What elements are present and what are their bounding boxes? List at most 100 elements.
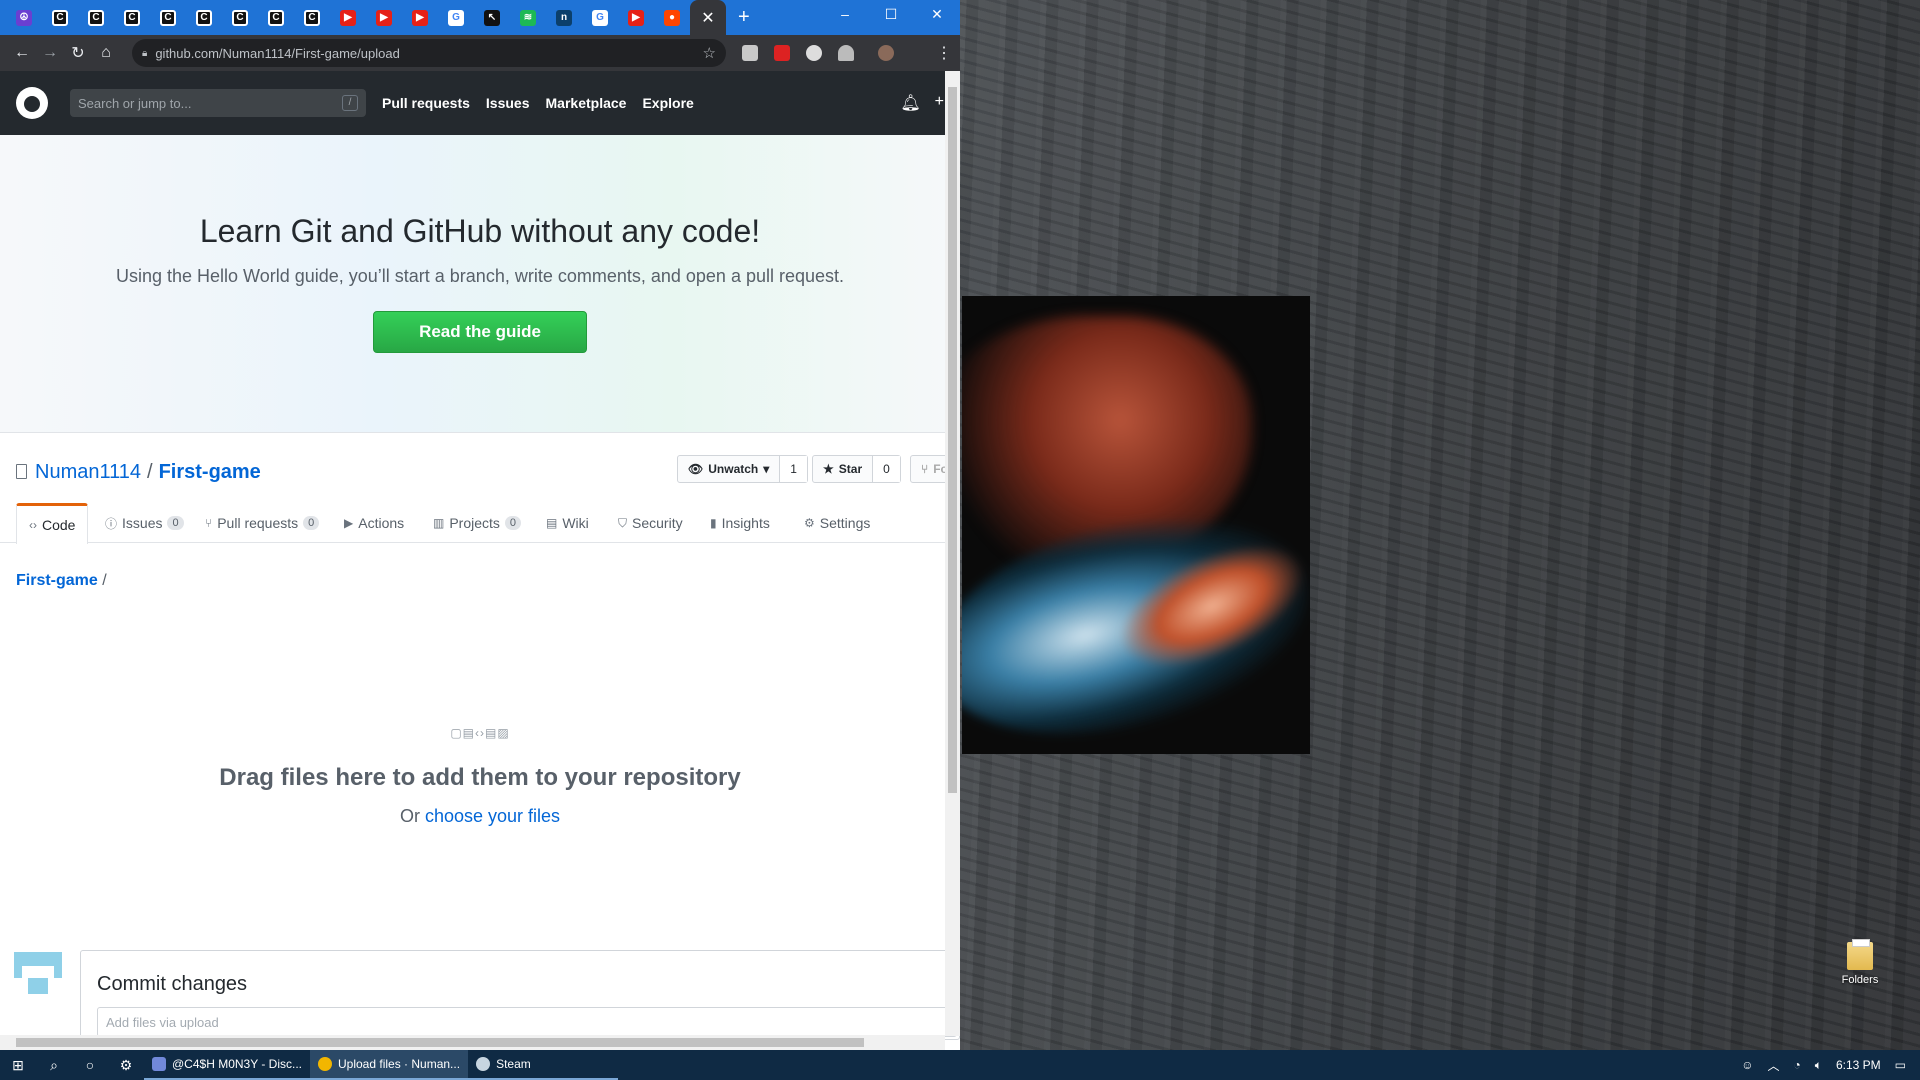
browser-menu-icon[interactable]: ⋮ <box>936 43 952 63</box>
browser-tab[interactable]: C <box>186 0 222 35</box>
adblock-icon[interactable] <box>774 45 790 61</box>
star-button[interactable]: ★ Star <box>813 456 874 482</box>
close-tab-icon[interactable]: ✕ <box>701 8 714 28</box>
network-icon[interactable]: ◔ <box>1794 1058 1801 1072</box>
browser-tab[interactable]: ☮ <box>6 0 42 35</box>
browser-tab[interactable]: ▶ <box>366 0 402 35</box>
home-icon[interactable]: ⌂ <box>92 44 120 62</box>
bookmark-star-icon[interactable]: ☆ <box>703 44 716 62</box>
browser-tab[interactable]: ≋ <box>510 0 546 35</box>
tab-projects[interactable]: ▥ Projects 0 <box>433 503 522 543</box>
learn-git-banner: Learn Git and GitHub without any code! U… <box>0 135 960 433</box>
horizontal-scrollbar[interactable] <box>0 1035 945 1050</box>
minimize-button[interactable]: – <box>822 0 868 28</box>
upload-dropzone[interactable]: ▢▤‹›▤▨ Drag files here to add them to yo… <box>0 726 960 827</box>
dropzone-or-text: Or <box>399 806 420 826</box>
browser-toolbar: ← → ↻ ⌂ 🔒︎ github.com/Numan1114/First-ga… <box>0 35 960 71</box>
browser-tab[interactable]: G <box>582 0 618 35</box>
create-new-plus-icon[interactable]: + <box>935 93 944 113</box>
commit-form: Commit changes Add files via upload <box>80 950 960 1040</box>
cortana-icon[interactable]: ○ <box>72 1050 108 1080</box>
watch-count[interactable]: 1 <box>780 456 807 482</box>
steam-pinned-icon[interactable]: ⚙ <box>108 1050 144 1080</box>
desktop-folder-shortcut[interactable]: Folders <box>1830 939 1890 986</box>
search-input[interactable]: Search or jump to... / <box>70 89 366 117</box>
tab-settings[interactable]: ⚙ Settings <box>804 503 870 543</box>
forward-arrow-icon[interactable]: → <box>36 44 64 62</box>
search-shortcut-hint: / <box>342 95 358 111</box>
taskbar-app-steam[interactable]: Steam <box>468 1050 619 1080</box>
new-tab-button[interactable]: + <box>738 6 750 29</box>
commit-message-input[interactable]: Add files via upload <box>97 1007 957 1037</box>
extension-icon[interactable] <box>838 45 854 61</box>
browser-tab[interactable]: ● <box>654 0 690 35</box>
vertical-scrollbar[interactable] <box>945 71 960 1036</box>
unwatch-button[interactable]: 👁︎ Unwatch ▾ <box>678 456 781 482</box>
tab-code[interactable]: ‹› Code <box>16 503 89 544</box>
file-types-icon: ▢▤‹›▤▨ <box>450 726 510 740</box>
nav-issues[interactable]: Issues <box>486 95 530 111</box>
browser-tab[interactable]: C <box>258 0 294 35</box>
extension-icon[interactable] <box>806 45 822 61</box>
tab-wiki[interactable]: ▤ Wiki <box>546 503 589 543</box>
tab-actions[interactable]: ▶ Actions <box>344 503 404 543</box>
tab-insights[interactable]: ▮ Insights <box>710 503 770 543</box>
browser-tab[interactable]: C <box>78 0 114 35</box>
notifications-icon[interactable]: ▭ <box>1895 1058 1906 1072</box>
system-tray: ☺ ︿ ◔ 🔈︎ 6:13 PM ▭ <box>1741 1057 1920 1074</box>
taskbar-app-label: Upload files · Numan... <box>338 1057 461 1071</box>
taskbar-app-chrome[interactable]: Upload files · Numan... <box>310 1050 469 1080</box>
taskbar-app-discord[interactable]: @C4$H M0N3Y - Disc... <box>144 1050 310 1080</box>
tab-pull-requests[interactable]: ⑂ Pull requests 0 <box>205 503 320 543</box>
people-icon[interactable]: ☺ <box>1741 1058 1753 1072</box>
browser-tab[interactable]: C <box>150 0 186 35</box>
search-icon[interactable]: ⌕ <box>36 1050 72 1080</box>
nav-pull-requests[interactable]: Pull requests <box>382 95 470 111</box>
windows-start-icon[interactable]: ⊞ <box>0 1050 36 1080</box>
browser-tab[interactable]: ▶ <box>618 0 654 35</box>
notifications-bell-icon[interactable]: 🔔︎ <box>900 93 920 113</box>
dropzone-subtitle: Or choose your files <box>0 806 960 827</box>
reload-icon[interactable]: ↻ <box>64 43 92 63</box>
browser-tab[interactable]: C <box>42 0 78 35</box>
github-header: Search or jump to... / Pull requests Iss… <box>0 71 960 135</box>
tab-security[interactable]: ⛉ Security <box>618 503 683 543</box>
browser-tab[interactable]: ↖ <box>474 0 510 35</box>
browser-tab[interactable]: n <box>546 0 582 35</box>
browser-tab[interactable]: ▶ <box>330 0 366 35</box>
volume-icon[interactable]: 🔈︎ <box>1815 1058 1822 1073</box>
issue-icon: ⓘ <box>105 516 118 531</box>
tab-issues[interactable]: ⓘ Issues 0 <box>105 503 184 543</box>
show-hidden-icons-chevron-icon[interactable]: ︿ <box>1767 1057 1779 1074</box>
browser-tab[interactable]: ▶ <box>402 0 438 35</box>
browser-tab[interactable]: G <box>438 0 474 35</box>
back-arrow-icon[interactable]: ← <box>8 44 36 62</box>
browser-tab[interactable]: C <box>114 0 150 35</box>
repo-owner-link[interactable]: Numan1114 <box>35 461 141 483</box>
choose-files-link[interactable]: choose your files <box>425 806 560 826</box>
folder-icon <box>1847 939 1873 970</box>
repo-name-link[interactable]: First-game <box>159 461 261 483</box>
close-window-button[interactable]: ✕ <box>914 0 960 28</box>
banner-subtitle: Using the Hello World guide, you’ll star… <box>115 266 845 286</box>
nav-explore[interactable]: Explore <box>642 95 693 111</box>
address-bar[interactable]: 🔒︎ github.com/Numan1114/First-game/uploa… <box>132 39 726 67</box>
code-icon: ‹› <box>29 518 37 532</box>
avatar <box>14 952 62 1000</box>
active-tab[interactable]: ✕ <box>690 0 726 35</box>
browser-tab[interactable]: C <box>222 0 258 35</box>
breadcrumb-repo-link[interactable]: First-game <box>16 572 98 589</box>
read-the-guide-button[interactable]: Read the guide <box>373 311 587 353</box>
star-count[interactable]: 0 <box>873 456 900 482</box>
nav-marketplace[interactable]: Marketplace <box>546 95 627 111</box>
clock-time[interactable]: 6:13 PM <box>1836 1058 1881 1072</box>
maximize-button[interactable]: ☐ <box>868 0 914 28</box>
art-image-window[interactable] <box>962 296 1310 754</box>
extension-icon[interactable] <box>742 45 758 61</box>
browser-tab[interactable]: C <box>294 0 330 35</box>
desktop-folder-label: Folders <box>1841 974 1879 986</box>
c-letter-icon: C <box>304 9 320 26</box>
profile-avatar[interactable] <box>878 45 894 61</box>
commit-section: Commit changes Add files via upload <box>0 950 960 1040</box>
github-logo-icon[interactable] <box>16 87 48 119</box>
